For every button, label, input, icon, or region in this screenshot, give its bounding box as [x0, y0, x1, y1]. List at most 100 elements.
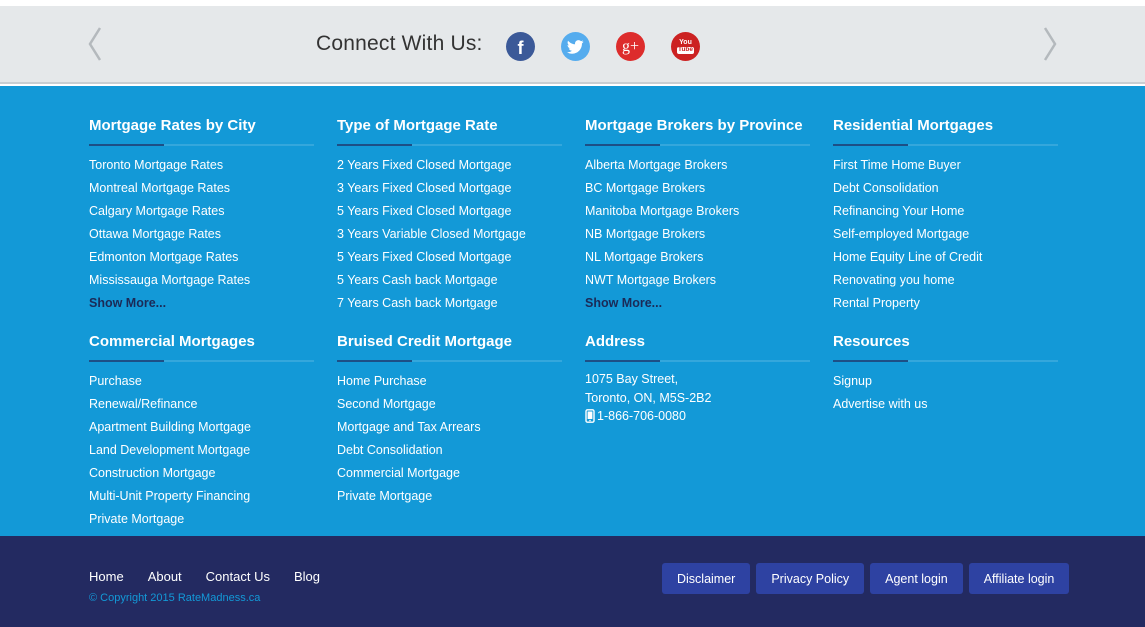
column-mortgage-brokers-by-province: Mortgage Brokers by Province Alberta Mor… — [585, 116, 810, 315]
title-underline — [337, 144, 562, 146]
mobile-phone-icon — [585, 409, 595, 424]
twitter-bird-icon — [567, 39, 584, 54]
link-item[interactable]: Commercial Mortgage — [337, 462, 562, 485]
connect-title: Connect With Us: — [316, 32, 483, 55]
link-item[interactable]: Construction Mortgage — [89, 462, 314, 485]
link-item[interactable]: First Time Home Buyer — [833, 154, 1058, 177]
title-underline — [89, 360, 314, 362]
title-underline — [833, 144, 1058, 146]
column-title: Mortgage Rates by City — [89, 117, 256, 134]
affiliate-login-button[interactable]: Affiliate login — [968, 563, 1070, 594]
link-item[interactable]: Second Mortgage — [337, 393, 562, 416]
agent-login-button[interactable]: Agent login — [870, 563, 963, 594]
column-title: Commercial Mortgages — [89, 333, 255, 350]
youtube-icon[interactable]: You Tube — [671, 32, 700, 61]
nav-contact-us-link[interactable]: Contact Us — [206, 569, 270, 584]
twitter-icon[interactable] — [561, 32, 590, 61]
link-item[interactable]: Manitoba Mortgage Brokers — [585, 200, 810, 223]
column-title: Mortgage Brokers by Province — [585, 117, 803, 134]
phone-row: 1-866-706-0080 — [585, 407, 810, 426]
link-item[interactable]: Toronto Mortgage Rates — [89, 154, 314, 177]
link-item[interactable]: Renewal/Refinance — [89, 393, 314, 416]
title-underline — [585, 144, 810, 146]
link-item[interactable]: Home Equity Line of Credit — [833, 246, 1058, 269]
link-item[interactable]: Private Mortgage — [337, 485, 562, 508]
google-plus-icon[interactable]: g+ — [616, 32, 645, 61]
disclaimer-button[interactable]: Disclaimer — [662, 563, 751, 594]
column-mortgage-rates-by-city: Mortgage Rates by City Toronto Mortgage … — [89, 116, 314, 315]
column-title: Address — [585, 333, 646, 350]
link-item[interactable]: 3 Years Variable Closed Mortgage — [337, 223, 562, 246]
link-item[interactable]: NL Mortgage Brokers — [585, 246, 810, 269]
link-item[interactable]: Renovating you home — [833, 269, 1058, 292]
column-title: Resources — [833, 333, 910, 350]
link-item[interactable]: 7 Years Cash back Mortgage — [337, 292, 562, 315]
link-item[interactable]: Debt Consolidation — [337, 439, 562, 462]
column-title: Type of Mortgage Rate — [337, 117, 498, 134]
link-item[interactable]: 5 Years Fixed Closed Mortgage — [337, 246, 562, 269]
nav-about-link[interactable]: About — [148, 569, 182, 584]
link-item[interactable]: Calgary Mortgage Rates — [89, 200, 314, 223]
link-item[interactable]: BC Mortgage Brokers — [585, 177, 810, 200]
link-item[interactable]: Apartment Building Mortgage — [89, 416, 314, 439]
link-item[interactable]: NWT Mortgage Brokers — [585, 269, 810, 292]
signup-link[interactable]: Signup — [833, 370, 1058, 393]
link-item[interactable]: Montreal Mortgage Rates — [89, 177, 314, 200]
carousel-next-arrow-icon[interactable] — [1039, 24, 1059, 64]
column-address: Address 1075 Bay Street, Toronto, ON, M5… — [585, 332, 810, 426]
facebook-icon[interactable]: f — [506, 32, 535, 61]
link-item[interactable]: 2 Years Fixed Closed Mortgage — [337, 154, 562, 177]
advertise-link[interactable]: Advertise with us — [833, 393, 1058, 416]
nav-blog-link[interactable]: Blog — [294, 569, 320, 584]
link-item[interactable]: Purchase — [89, 370, 314, 393]
title-underline — [833, 360, 1058, 362]
facebook-glyph: f — [517, 37, 524, 58]
link-item[interactable]: 5 Years Cash back Mortgage — [337, 269, 562, 292]
column-commercial-mortgages: Commercial Mortgages Purchase Renewal/Re… — [89, 332, 314, 531]
footer-links-section: Mortgage Rates by City Toronto Mortgage … — [0, 86, 1145, 536]
address-line-1: 1075 Bay Street, — [585, 372, 679, 386]
youtube-glyph: You Tube — [676, 39, 695, 54]
column-residential-mortgages: Residential Mortgages First Time Home Bu… — [833, 116, 1058, 315]
link-item[interactable]: Edmonton Mortgage Rates — [89, 246, 314, 269]
column-type-of-mortgage-rate: Type of Mortgage Rate 2 Years Fixed Clos… — [337, 116, 562, 315]
connect-bar: Connect With Us: f g+ You Tube — [0, 6, 1145, 84]
carousel-prev-arrow-icon[interactable] — [86, 24, 106, 64]
copyright-text: © Copyright 2015 RateMadness.ca — [89, 592, 261, 604]
link-item[interactable]: 3 Years Fixed Closed Mortgage — [337, 177, 562, 200]
privacy-policy-button[interactable]: Privacy Policy — [756, 563, 865, 594]
column-bruised-credit-mortgage: Bruised Credit Mortgage Home Purchase Se… — [337, 332, 562, 508]
title-underline — [585, 360, 810, 362]
link-item[interactable]: Ottawa Mortgage Rates — [89, 223, 314, 246]
title-underline — [337, 360, 562, 362]
link-item[interactable]: Multi-Unit Property Financing — [89, 485, 314, 508]
phone-number[interactable]: 1-866-706-0080 — [597, 407, 686, 426]
link-item[interactable]: Mississauga Mortgage Rates — [89, 269, 314, 292]
link-item[interactable]: 5 Years Fixed Closed Mortgage — [337, 200, 562, 223]
youtube-glyph-bottom: Tube — [676, 46, 695, 54]
bottom-nav: Home About Contact Us Blog — [89, 569, 344, 584]
link-item[interactable]: Self-employed Mortgage — [833, 223, 1058, 246]
link-item[interactable]: Private Mortgage — [89, 508, 314, 531]
link-item[interactable]: Alberta Mortgage Brokers — [585, 154, 810, 177]
link-item[interactable]: NB Mortgage Brokers — [585, 223, 810, 246]
address-block: 1075 Bay Street, Toronto, ON, M5S-2B2 1-… — [585, 370, 810, 426]
show-more-link[interactable]: Show More... — [585, 292, 810, 315]
link-item[interactable]: Debt Consolidation — [833, 177, 1058, 200]
link-item[interactable]: Mortgage and Tax Arrears — [337, 416, 562, 439]
show-more-link[interactable]: Show More... — [89, 292, 314, 315]
link-item[interactable]: Home Purchase — [337, 370, 562, 393]
column-title: Bruised Credit Mortgage — [337, 333, 513, 350]
address-line-2: Toronto, ON, M5S-2B2 — [585, 390, 712, 405]
link-item[interactable]: Refinancing Your Home — [833, 200, 1058, 223]
column-title: Residential Mortgages — [833, 117, 994, 134]
title-underline — [89, 144, 314, 146]
bottom-bar: Home About Contact Us Blog © Copyright 2… — [0, 536, 1145, 627]
link-item[interactable]: Land Development Mortgage — [89, 439, 314, 462]
nav-home-link[interactable]: Home — [89, 569, 124, 584]
youtube-glyph-top: You — [679, 39, 692, 47]
google-plus-glyph: g+ — [621, 37, 640, 55]
column-resources: Resources Signup Advertise with us — [833, 332, 1058, 416]
link-item[interactable]: Rental Property — [833, 292, 1058, 315]
bottom-buttons: Disclaimer Privacy Policy Agent login Af… — [662, 563, 1075, 594]
